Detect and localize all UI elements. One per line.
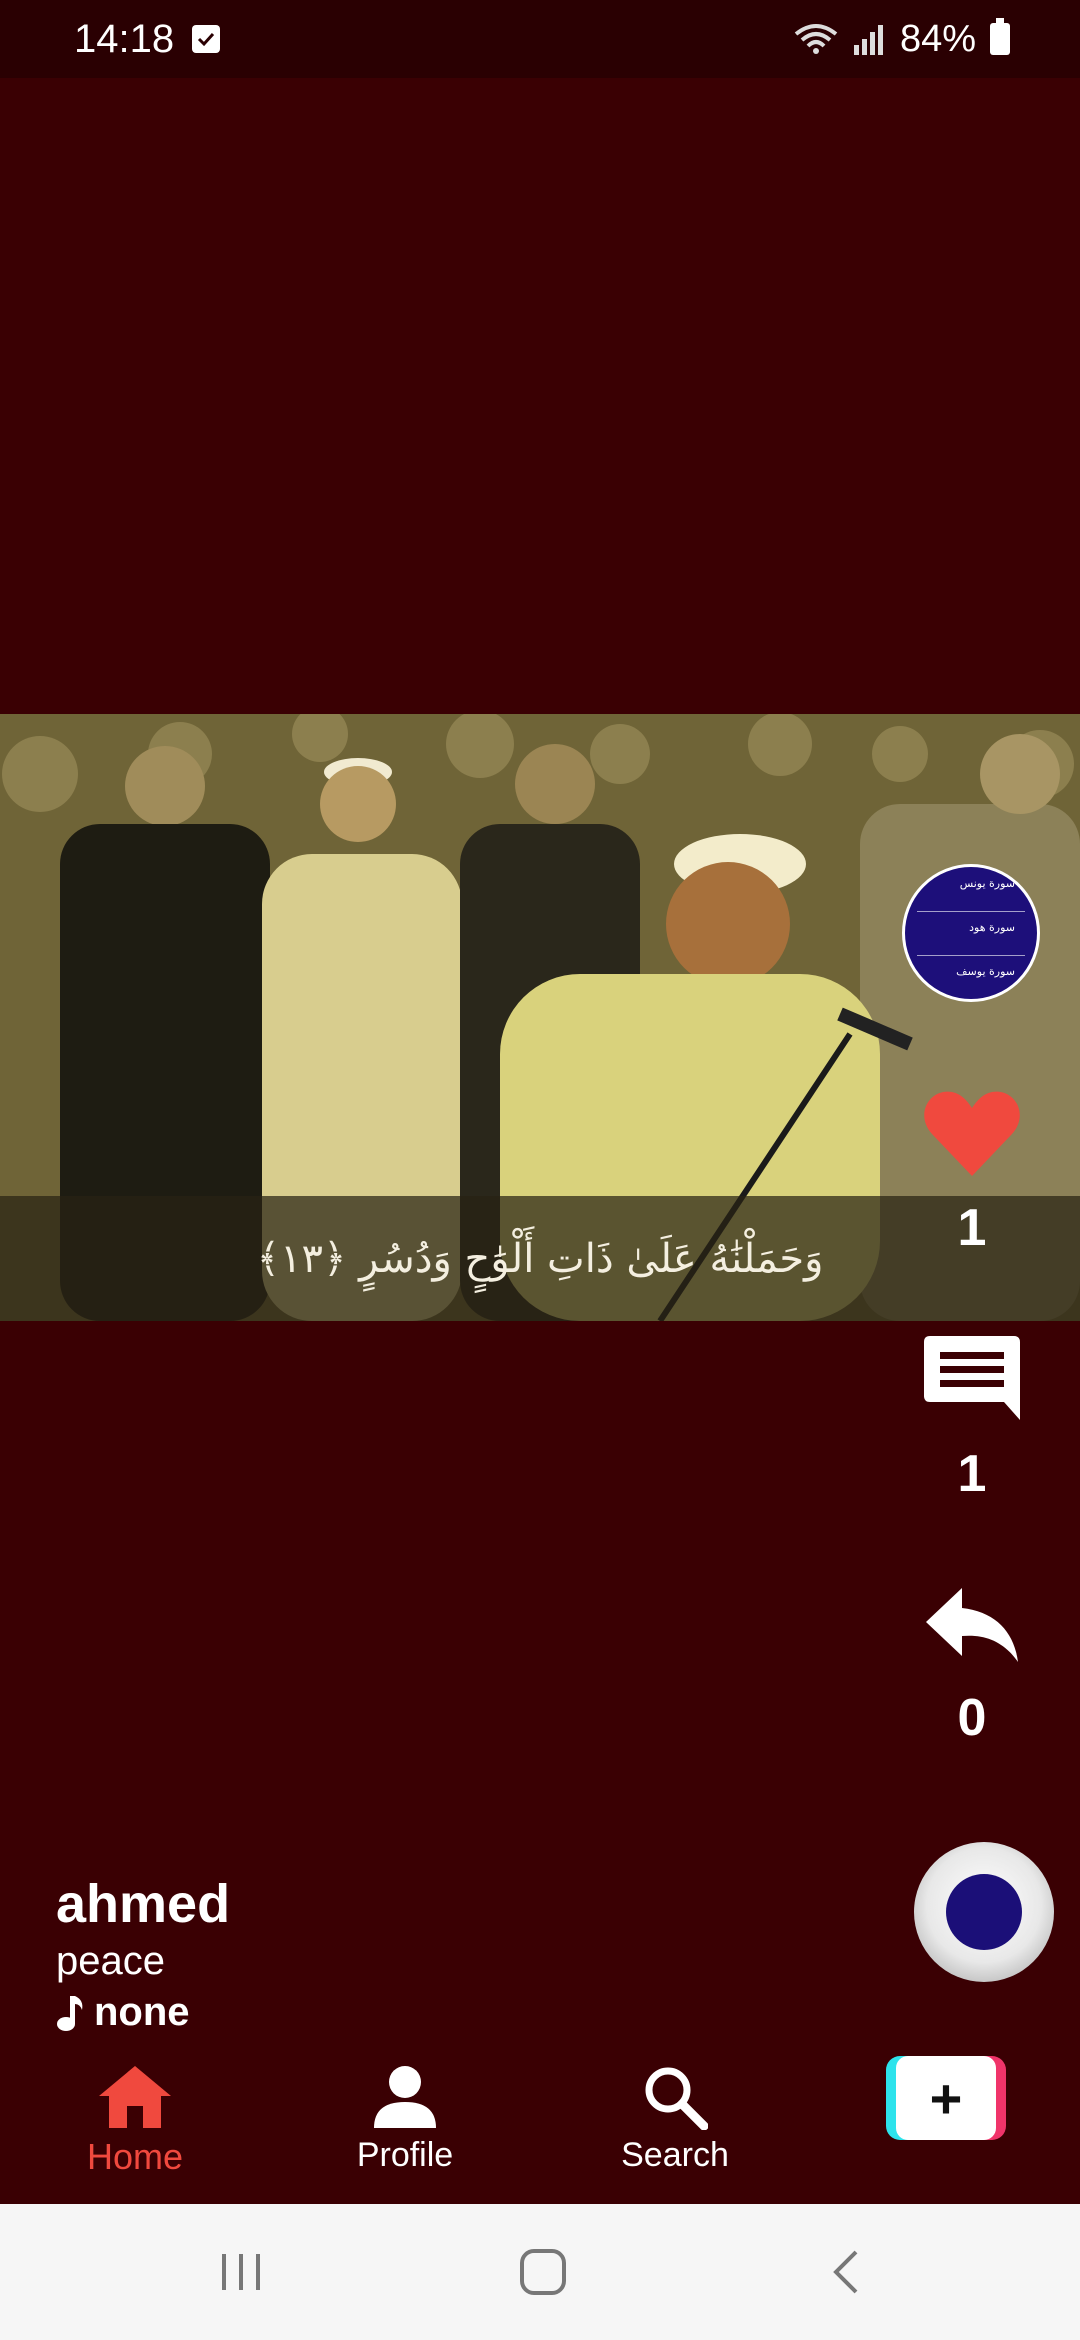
signal-icon (853, 25, 883, 55)
status-right: 84% (794, 18, 1010, 61)
post-username[interactable]: ahmed (56, 1872, 230, 1936)
recent-apps-icon[interactable] (216, 2248, 266, 2296)
home-icon (99, 2066, 171, 2128)
like-count: 1 (957, 1199, 987, 1257)
tab-profile[interactable]: Profile (340, 2064, 470, 2175)
sound-disc-button[interactable] (914, 1842, 1054, 1982)
music-note-icon (57, 1995, 83, 2031)
checkbox-notification-icon (192, 25, 221, 53)
sound-disc-icon (946, 1874, 1022, 1950)
comment-icon[interactable] (922, 1330, 1022, 1426)
search-icon (645, 2067, 708, 2130)
back-nav-icon[interactable] (826, 2248, 866, 2296)
plus-icon: + (896, 2056, 996, 2140)
system-nav-bar (0, 2204, 1080, 2340)
profile-icon (374, 2066, 436, 2128)
like-action: 1 (914, 1088, 1030, 1258)
tab-home[interactable]: Home (70, 2064, 200, 2178)
create-post-button[interactable]: + (886, 2056, 1006, 2140)
battery-icon (990, 18, 1010, 55)
tab-home-label: Home (86, 2136, 184, 2177)
music-row[interactable]: none (56, 1990, 230, 2035)
status-bar: 14:18 84% (0, 0, 1080, 78)
comment-action: 1 (914, 1330, 1030, 1504)
tab-profile-label: Profile (356, 2136, 454, 2174)
post-caption: peace (56, 1939, 165, 1983)
heart-icon[interactable] (922, 1088, 1022, 1178)
share-action: 0 (914, 1586, 1030, 1748)
video-subtitle: وَحَمَلْنَٰهُ عَلَىٰ ذَاتِ أَلْوَٰحٍ وَد… (256, 1235, 824, 1282)
home-nav-icon[interactable] (518, 2248, 568, 2296)
wifi-icon (794, 24, 838, 54)
post-info: ahmed peace none (56, 1872, 230, 2035)
status-time: 14:18 (74, 16, 175, 61)
music-title: none (94, 1990, 190, 2034)
status-left: 14:18 (74, 16, 221, 62)
creator-avatar[interactable]: سورة يونس سورة هود سورة يوسف (902, 864, 1040, 1002)
battery-percent: 84% (899, 17, 976, 60)
tab-search[interactable]: Search (610, 2064, 740, 2175)
share-count: 0 (957, 1689, 987, 1747)
share-icon[interactable] (924, 1586, 1020, 1662)
comment-count: 1 (957, 1445, 987, 1503)
tab-search-label: Search (621, 2136, 729, 2174)
